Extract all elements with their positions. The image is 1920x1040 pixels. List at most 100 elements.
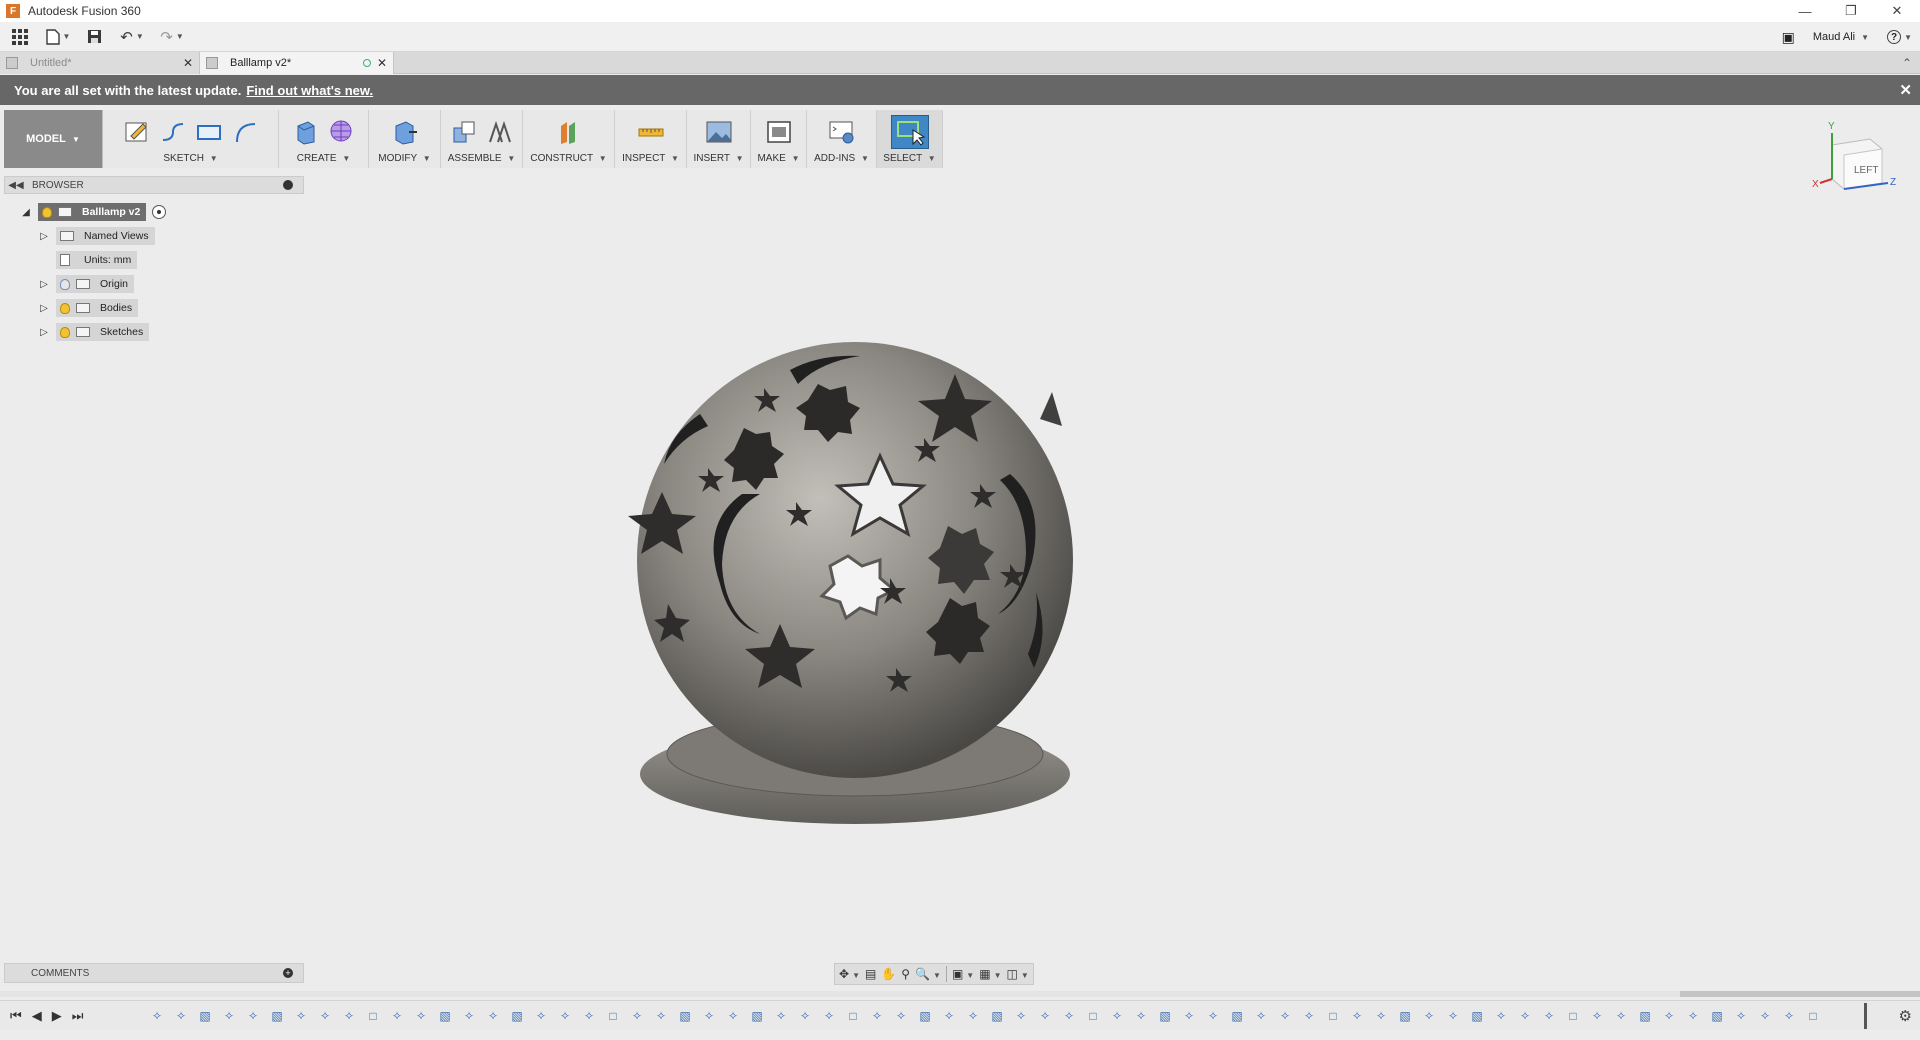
select-group[interactable]: SELECT ▼ xyxy=(877,110,943,168)
timeline-feature-icon[interactable]: ✧ xyxy=(793,1007,817,1025)
form-icon[interactable] xyxy=(327,117,357,147)
timeline-feature-icon[interactable]: ✧ xyxy=(769,1007,793,1025)
press-pull-icon[interactable] xyxy=(390,117,420,147)
timeline-feature-icon[interactable]: ✧ xyxy=(817,1007,841,1025)
timeline-feature-icon[interactable]: □ xyxy=(601,1007,625,1025)
timeline-feature-icon[interactable]: ✧ xyxy=(409,1007,433,1025)
go-to-end-icon[interactable]: ⏭ xyxy=(72,1008,84,1024)
collapse-chevron-icon[interactable]: ⌃ xyxy=(1902,56,1912,70)
timeline-feature-icon[interactable]: ✧ xyxy=(217,1007,241,1025)
timeline-feature-icon[interactable]: ▧ xyxy=(193,1007,217,1025)
timeline-feature-icon[interactable]: ✧ xyxy=(1369,1007,1393,1025)
timeline-feature-icon[interactable]: ▧ xyxy=(745,1007,769,1025)
timeline-feature-icon[interactable]: ✧ xyxy=(457,1007,481,1025)
timeline-feature-icon[interactable]: ✧ xyxy=(1657,1007,1681,1025)
tab-balllamp[interactable]: Balllamp v2* ✕ xyxy=(200,52,394,74)
timeline-feature-icon[interactable]: ✧ xyxy=(961,1007,985,1025)
timeline-feature-icon[interactable]: ✧ xyxy=(1609,1007,1633,1025)
timeline-feature-icon[interactable]: ✧ xyxy=(1009,1007,1033,1025)
close-icon[interactable]: ✕ xyxy=(1874,0,1920,22)
timeline-feature-icon[interactable]: ✧ xyxy=(1057,1007,1081,1025)
timeline-settings-gear-icon[interactable]: ⚙ xyxy=(1899,1007,1912,1025)
scrollbar-thumb[interactable] xyxy=(1680,991,1920,997)
timeline-feature-icon[interactable]: ✧ xyxy=(889,1007,913,1025)
timeline-feature-icon[interactable]: ✧ xyxy=(337,1007,361,1025)
timeline-feature-icon[interactable]: ▧ xyxy=(1225,1007,1249,1025)
timeline-marker[interactable] xyxy=(1864,1003,1867,1029)
user-menu[interactable]: Maud Ali ▼ xyxy=(1813,31,1869,43)
fit-zoom-icon[interactable]: 🔍 ▼ xyxy=(915,967,941,981)
tab-close-icon[interactable]: ✕ xyxy=(183,56,193,70)
assemble-group[interactable]: ASSEMBLE ▼ xyxy=(441,110,523,168)
timeline-feature-icon[interactable]: ✧ xyxy=(865,1007,889,1025)
timeline-feature-icon[interactable]: ✧ xyxy=(577,1007,601,1025)
timeline-feature-icon[interactable]: ▧ xyxy=(1393,1007,1417,1025)
timeline-feature-icon[interactable]: ✧ xyxy=(553,1007,577,1025)
timeline-feature-icon[interactable]: ✧ xyxy=(1345,1007,1369,1025)
new-component-icon[interactable] xyxy=(449,117,479,147)
measure-icon[interactable] xyxy=(636,117,666,147)
timeline-feature-icon[interactable]: ✧ xyxy=(1249,1007,1273,1025)
timeline-feature-icon[interactable]: ✧ xyxy=(1273,1007,1297,1025)
joint-icon[interactable] xyxy=(485,117,515,147)
canvas-viewport[interactable] xyxy=(0,194,1920,959)
zoom-icon[interactable]: ⚲ xyxy=(901,967,910,981)
timeline-feature-icon[interactable]: ✧ xyxy=(241,1007,265,1025)
timeline-feature-icon[interactable]: ✧ xyxy=(1129,1007,1153,1025)
collapse-browser-icon[interactable]: ◀◀ xyxy=(5,180,27,191)
modify-group[interactable]: MODIFY ▼ xyxy=(369,110,441,168)
balllamp-model[interactable] xyxy=(0,194,1920,959)
timeline-feature-icon[interactable]: ▧ xyxy=(673,1007,697,1025)
create-group[interactable]: CREATE ▼ xyxy=(279,110,369,168)
timeline-feature-icon[interactable]: ▧ xyxy=(1153,1007,1177,1025)
timeline-feature-icon[interactable]: ✧ xyxy=(1417,1007,1441,1025)
timeline-feature-icon[interactable]: ▧ xyxy=(1705,1007,1729,1025)
timeline-feature-icon[interactable]: ✧ xyxy=(145,1007,169,1025)
play-icon[interactable]: ▶ xyxy=(52,1008,62,1024)
comments-panel[interactable]: COMMENTS + xyxy=(4,963,304,983)
timeline-feature-icon[interactable]: ✧ xyxy=(625,1007,649,1025)
timeline-feature-icon[interactable]: ✧ xyxy=(1297,1007,1321,1025)
file-menu-icon[interactable]: ▼ xyxy=(40,24,76,50)
select-cursor-icon[interactable] xyxy=(890,115,929,149)
timeline-feature-icon[interactable]: □ xyxy=(361,1007,385,1025)
timeline-feature-icon[interactable]: ▧ xyxy=(505,1007,529,1025)
timeline-feature-icon[interactable]: ✧ xyxy=(1585,1007,1609,1025)
make-group[interactable]: MAKE ▼ xyxy=(751,110,807,168)
sketch-group[interactable]: SKETCH ▼ xyxy=(103,110,279,168)
timeline-feature-icon[interactable]: ✧ xyxy=(1489,1007,1513,1025)
whats-new-link[interactable]: Find out what's new. xyxy=(246,83,373,98)
timeline-feature-icon[interactable]: ✧ xyxy=(1537,1007,1561,1025)
redo-icon[interactable]: ↷ ▼ xyxy=(152,24,192,50)
timeline-feature-icon[interactable]: ✧ xyxy=(529,1007,553,1025)
rectangle-icon[interactable] xyxy=(194,117,224,147)
insert-group[interactable]: INSERT ▼ xyxy=(687,110,751,168)
timeline-feature-icon[interactable]: ✧ xyxy=(1681,1007,1705,1025)
timeline-feature-icon[interactable]: ▧ xyxy=(265,1007,289,1025)
timeline-feature-icon[interactable]: ✧ xyxy=(289,1007,313,1025)
construct-group[interactable]: CONSTRUCT ▼ xyxy=(523,110,615,168)
save-icon[interactable] xyxy=(76,24,112,50)
scripts-addins-icon[interactable] xyxy=(827,117,857,147)
viewcube-face-label[interactable]: LEFT xyxy=(1854,165,1878,176)
step-back-icon[interactable]: ◀ xyxy=(32,1008,42,1024)
timeline-feature-icon[interactable]: □ xyxy=(1561,1007,1585,1025)
inspect-group[interactable]: INSPECT ▼ xyxy=(615,110,687,168)
add-comment-icon[interactable]: + xyxy=(283,968,293,978)
help-icon[interactable]: ? ▼ xyxy=(1887,30,1912,44)
timeline-feature-icon[interactable]: ✧ xyxy=(1033,1007,1057,1025)
timeline-feature-icon[interactable]: ▧ xyxy=(433,1007,457,1025)
timeline-feature-icon[interactable]: ✧ xyxy=(481,1007,505,1025)
timeline-feature-icon[interactable]: ✧ xyxy=(1441,1007,1465,1025)
timeline-feature-icon[interactable]: ✧ xyxy=(697,1007,721,1025)
timeline-feature-icon[interactable]: □ xyxy=(1801,1007,1825,1025)
3d-print-icon[interactable] xyxy=(764,117,794,147)
timeline-feature-icon[interactable]: ▧ xyxy=(913,1007,937,1025)
browser-pin-icon[interactable] xyxy=(283,180,293,190)
timeline-feature-icon[interactable]: ✧ xyxy=(169,1007,193,1025)
tab-untitled[interactable]: Untitled* ✕ xyxy=(0,52,200,74)
extrude-icon[interactable] xyxy=(291,117,321,147)
timeline-feature-icon[interactable]: ✧ xyxy=(937,1007,961,1025)
restore-icon[interactable]: ❐ xyxy=(1828,0,1874,22)
offset-plane-icon[interactable] xyxy=(554,117,584,147)
